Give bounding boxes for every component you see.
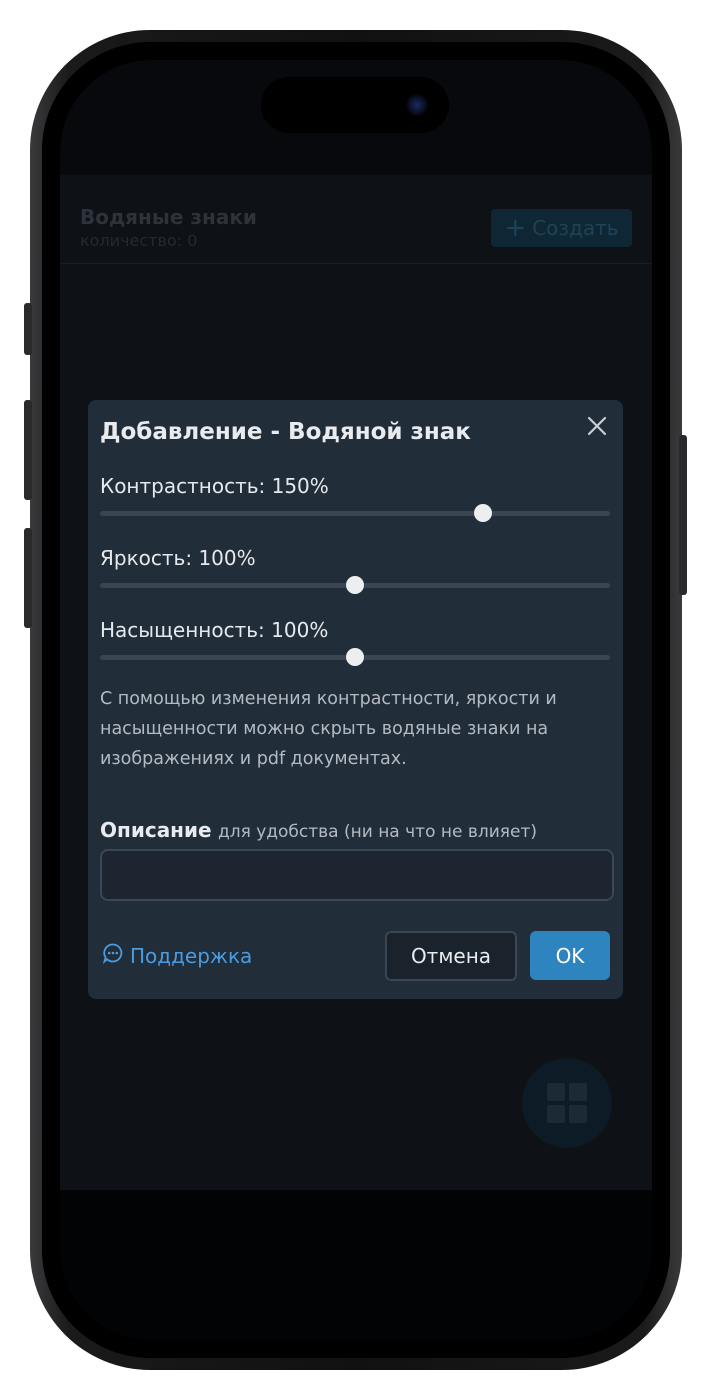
create-button-label: Создать (532, 216, 619, 240)
description-input[interactable] (100, 849, 614, 901)
action-button (24, 303, 32, 355)
contrast-slider[interactable] (100, 503, 610, 523)
slider-thumb[interactable] (346, 576, 364, 594)
watermark-dialog: Добавление - Водяной знак Контрастность:… (88, 400, 623, 999)
dialog-title: Добавление - Водяной знак (100, 419, 471, 445)
screen: Водяные знаки количество: 0 + Создать До… (60, 60, 652, 1340)
saturation-slider[interactable] (100, 647, 610, 667)
support-link[interactable]: Поддержка (102, 942, 252, 969)
bottom-area (60, 1190, 652, 1340)
app-header: Водяные знаки количество: 0 + Создать (60, 175, 652, 264)
slider-thumb[interactable] (346, 648, 364, 666)
slider-track (100, 511, 610, 516)
close-icon[interactable] (585, 414, 609, 438)
contrast-label: Контрастность: 150% (100, 474, 329, 498)
description-label-sub: для удобства (ни на что не влияет) (217, 822, 538, 842)
create-button[interactable]: + Создать (491, 209, 632, 247)
ok-button[interactable]: OK (530, 931, 610, 980)
saturation-label: Насыщенность: 100% (100, 618, 329, 642)
plus-icon: + (504, 213, 527, 243)
cancel-button[interactable]: Отмена (385, 931, 517, 981)
dynamic-island (261, 77, 449, 133)
grid-icon (547, 1083, 587, 1123)
support-link-label: Поддержка (130, 943, 253, 968)
description-label: Описание для удобства (ни на что не влия… (100, 818, 537, 842)
hint-text: С помощью изменения контрастности, яркос… (100, 689, 557, 769)
brightness-slider[interactable] (100, 575, 610, 595)
slider-thumb[interactable] (473, 504, 492, 522)
front-camera (406, 94, 428, 116)
menu-fab-button[interactable] (522, 1058, 612, 1148)
page-title: Водяные знаки (80, 205, 257, 229)
power-button (679, 435, 687, 595)
item-count: количество: 0 (80, 231, 198, 250)
volume-down-button (24, 528, 32, 628)
volume-up-button (24, 400, 32, 500)
description-label-main: Описание (100, 818, 212, 842)
chat-bubble-icon (102, 942, 124, 969)
brightness-label: Яркость: 100% (100, 546, 256, 570)
